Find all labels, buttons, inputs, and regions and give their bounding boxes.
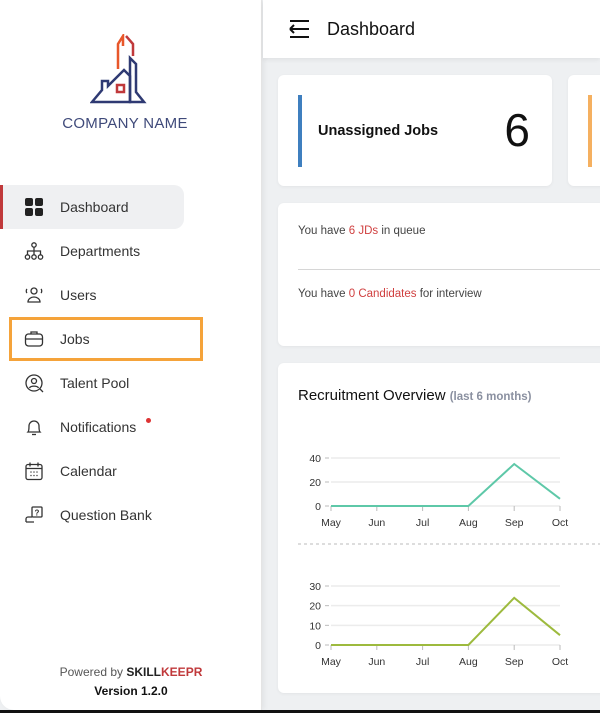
queue-card: You have 6 JDs in queue You have 0 Candi… — [278, 203, 600, 346]
top-header: Dashboard — [263, 0, 600, 58]
svg-text:?: ? — [35, 509, 40, 518]
company-name: COMPANY NAME — [62, 115, 188, 132]
notification-badge — [146, 418, 151, 423]
version-label: Version 1.2.0 — [94, 684, 168, 698]
x-tick-label: May — [321, 517, 342, 529]
grid-icon — [24, 197, 44, 217]
accent-bar — [588, 95, 592, 167]
sidebar-nav: Dashboard Departments Users Jobs Talent Pool… — [0, 185, 262, 537]
y-tick-label: 30 — [309, 581, 321, 593]
sidebar-item-label: Jobs — [60, 331, 90, 347]
y-tick-label: 10 — [309, 620, 321, 632]
sidebar-item-label: Calendar — [60, 463, 117, 479]
x-tick-label: Jul — [416, 656, 429, 668]
x-tick-label: Oct — [552, 517, 568, 529]
collapse-menu-icon[interactable] — [288, 19, 310, 39]
stat-value: 6 — [504, 104, 530, 156]
sidebar-item-label: Departments — [60, 243, 141, 259]
unassigned-jobs-card[interactable]: Unassigned Jobs 6 — [278, 75, 552, 186]
sidebar-item-jobs[interactable]: Jobs — [9, 317, 203, 361]
series-line — [331, 596, 561, 646]
x-tick-label: Sep — [505, 517, 524, 529]
x-tick-label: Sep — [505, 656, 524, 668]
y-tick-label: 0 — [315, 501, 321, 513]
recruitment-overview-card: Recruitment Overview (last 6 months) 0 20… — [278, 363, 600, 693]
brand-part-1: SKILL — [126, 665, 162, 679]
jd-queue-text: You have 6 JDs in queue — [298, 225, 426, 237]
x-tick-label: Oct — [552, 656, 568, 668]
users-icon — [24, 285, 44, 305]
y-tick-label: 0 — [315, 640, 321, 652]
accent-bar — [298, 95, 302, 167]
candidates-text: You have 0 Candidates for interview — [298, 288, 482, 300]
powered-by-label: Powered by — [59, 665, 123, 679]
stat-label: Unassigned Jobs — [318, 123, 439, 139]
sidebar-item-label: Notifications — [60, 419, 137, 435]
sidebar-item-departments[interactable]: Departments — [0, 229, 262, 273]
candidates-count-link[interactable]: 0 Candidates — [349, 288, 417, 300]
sidebar-item-question-bank[interactable]: ? Question Bank — [0, 493, 262, 537]
series-line — [331, 462, 561, 507]
sidebar-item-label: Dashboard — [60, 199, 129, 215]
y-tick-label: 20 — [309, 477, 321, 489]
bell-icon — [24, 417, 44, 437]
company-logo: COMPANY NAME — [50, 31, 200, 132]
org-chart-icon — [24, 241, 44, 261]
x-tick-label: Jun — [368, 656, 385, 668]
x-tick-label: Aug — [459, 517, 478, 529]
divider — [298, 269, 600, 270]
sidebar-footer: Powered by SKILLKEEPR Version 1.2.0 — [0, 665, 262, 698]
question-chat-icon: ? — [24, 505, 44, 525]
recruitment-charts: 0 20 40 May Jun Jul Aug Sep Oct 0 10 20 30 May Jun Jul A… — [298, 453, 600, 668]
sidebar: COMPANY NAME Dashboard Departments Users Jo… — [0, 0, 262, 710]
sidebar-item-label: Users — [60, 287, 97, 303]
sidebar-item-users[interactable]: Users — [0, 273, 262, 317]
y-tick-label: 20 — [309, 601, 321, 613]
sidebar-item-dashboard[interactable]: Dashboard — [0, 185, 184, 229]
calendar-icon — [24, 461, 44, 481]
stat-card-2[interactable] — [568, 75, 600, 186]
sidebar-item-notifications[interactable]: Notifications — [0, 405, 262, 449]
x-tick-label: May — [321, 656, 342, 668]
user-search-icon — [24, 373, 44, 393]
jd-count-link[interactable]: 6 JDs — [349, 225, 378, 237]
sidebar-item-talent-pool[interactable]: Talent Pool — [0, 361, 262, 405]
sidebar-item-label: Talent Pool — [60, 375, 130, 391]
page-title: Dashboard — [327, 18, 416, 39]
brand-part-2: KEEPR — [161, 665, 203, 679]
x-tick-label: Aug — [459, 656, 478, 668]
logo-mark-icon — [89, 31, 147, 104]
y-tick-label: 40 — [309, 453, 321, 465]
x-tick-label: Jun — [368, 517, 385, 529]
x-tick-label: Jul — [416, 517, 429, 529]
briefcase-icon — [24, 329, 44, 349]
sidebar-item-label: Question Bank — [60, 507, 152, 523]
sidebar-item-calendar[interactable]: Calendar — [0, 449, 262, 493]
